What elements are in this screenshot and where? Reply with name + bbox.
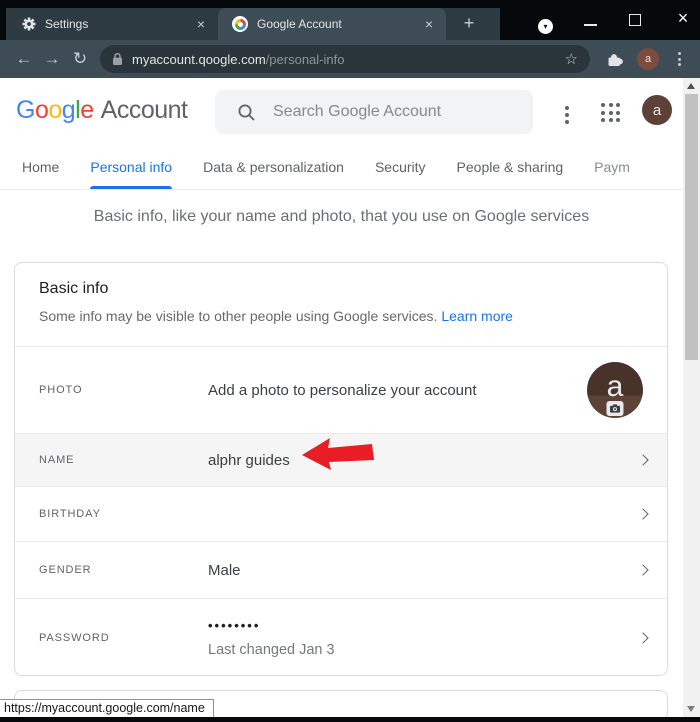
row-label: GENDER — [39, 564, 208, 576]
page-options-icon[interactable] — [561, 102, 573, 128]
password-row[interactable]: PASSWORD •••••••• Last changed Jan 3 — [15, 598, 667, 677]
camera-icon — [607, 401, 624, 416]
birthday-row[interactable]: BIRTHDAY — [15, 486, 667, 541]
new-tab-button[interactable]: + — [458, 13, 480, 35]
nav-people-sharing[interactable]: People & sharing — [457, 145, 564, 189]
bookmark-star-icon[interactable]: ☆ — [565, 50, 578, 68]
tab-google-account[interactable]: Google Account × — [218, 8, 446, 40]
search-icon — [237, 103, 256, 122]
tab-close-icon[interactable]: × — [192, 15, 210, 33]
status-link-preview: https://myaccount.google.com/name — [0, 699, 214, 717]
scroll-down-icon[interactable] — [687, 706, 695, 712]
scroll-up-icon[interactable] — [687, 83, 695, 89]
tab-settings[interactable]: Settings × — [8, 8, 218, 40]
google-favicon-icon — [232, 16, 248, 32]
gear-icon — [22, 17, 36, 31]
nav-payments[interactable]: Paym — [594, 145, 630, 189]
close-window-button[interactable]: × — [672, 8, 694, 30]
account-search-bar[interactable] — [215, 90, 533, 134]
scrollbar-thumb[interactable] — [685, 94, 698, 360]
chevron-right-icon — [637, 508, 648, 519]
row-label: PHOTO — [39, 384, 208, 396]
row-label: NAME — [39, 454, 208, 466]
browser-toolbar: ← → ↻ myaccount.qoogle.com /personal-inf… — [0, 40, 700, 78]
row-label: BIRTHDAY — [39, 508, 208, 520]
chevron-right-icon — [637, 632, 648, 643]
logo-suffix: Account — [101, 96, 188, 124]
chevron-right-icon — [637, 454, 648, 465]
name-row[interactable]: NAME alphr guides — [15, 433, 667, 486]
tab-search-icon[interactable]: ▾ — [538, 19, 553, 34]
nav-personal-info[interactable]: Personal info — [90, 145, 172, 189]
google-apps-icon[interactable] — [601, 103, 620, 122]
page-content: GoogleAccount a Home Personal info Data … — [0, 78, 700, 717]
back-icon[interactable]: ← — [10, 49, 38, 69]
browser-window: Settings × Google Account × + ▾ × ← → ↻ … — [0, 0, 700, 722]
account-avatar[interactable]: a — [642, 95, 672, 125]
nav-data-personalization[interactable]: Data & personalization — [203, 145, 344, 189]
search-input[interactable] — [273, 103, 517, 121]
reload-icon[interactable]: ↻ — [66, 49, 94, 69]
address-bar[interactable]: myaccount.qoogle.com /personal-info ☆ — [100, 45, 590, 73]
url-path: /personal-info — [266, 52, 345, 67]
row-label: PASSWORD — [39, 632, 208, 644]
page-intro-text: Basic info, like your name and photo, th… — [0, 208, 683, 226]
basic-info-card: Basic info Some info may be visible to o… — [14, 262, 668, 676]
gender-row[interactable]: GENDER Male — [15, 541, 667, 598]
browser-menu-icon[interactable] — [674, 48, 685, 70]
row-value: Male — [208, 562, 619, 579]
google-account-logo[interactable]: GoogleAccount — [16, 96, 187, 125]
photo-row[interactable]: PHOTO Add a photo to personalize your ac… — [15, 346, 667, 433]
tab-close-icon[interactable]: × — [420, 15, 438, 33]
tab-title: Google Account — [257, 17, 420, 31]
row-value: alphr guides — [208, 452, 619, 469]
card-description: Some info may be visible to other people… — [39, 308, 437, 324]
profile-photo-avatar[interactable]: a — [587, 362, 643, 418]
minimize-button[interactable] — [584, 24, 597, 26]
learn-more-link[interactable]: Learn more — [441, 308, 513, 324]
nav-security[interactable]: Security — [375, 145, 426, 189]
browser-profile-avatar[interactable]: a — [637, 48, 659, 70]
maximize-button[interactable] — [629, 14, 641, 26]
forward-icon[interactable]: → — [38, 49, 66, 69]
lock-icon — [112, 52, 123, 66]
row-value: •••••••• Last changed Jan 3 — [208, 618, 619, 658]
row-value: Add a photo to personalize your account — [208, 382, 587, 399]
account-nav: Home Personal info Data & personalizatio… — [0, 145, 683, 190]
chevron-right-icon — [637, 564, 648, 575]
password-subtext: Last changed Jan 3 — [208, 642, 619, 658]
url-host: myaccount.qoogle.com — [132, 52, 266, 67]
nav-home[interactable]: Home — [22, 145, 59, 189]
extensions-icon[interactable] — [606, 51, 623, 68]
password-dots: •••••••• — [208, 618, 619, 633]
card-title: Basic info — [39, 280, 643, 298]
tab-title: Settings — [45, 17, 192, 31]
page-scrollbar[interactable] — [683, 78, 700, 717]
